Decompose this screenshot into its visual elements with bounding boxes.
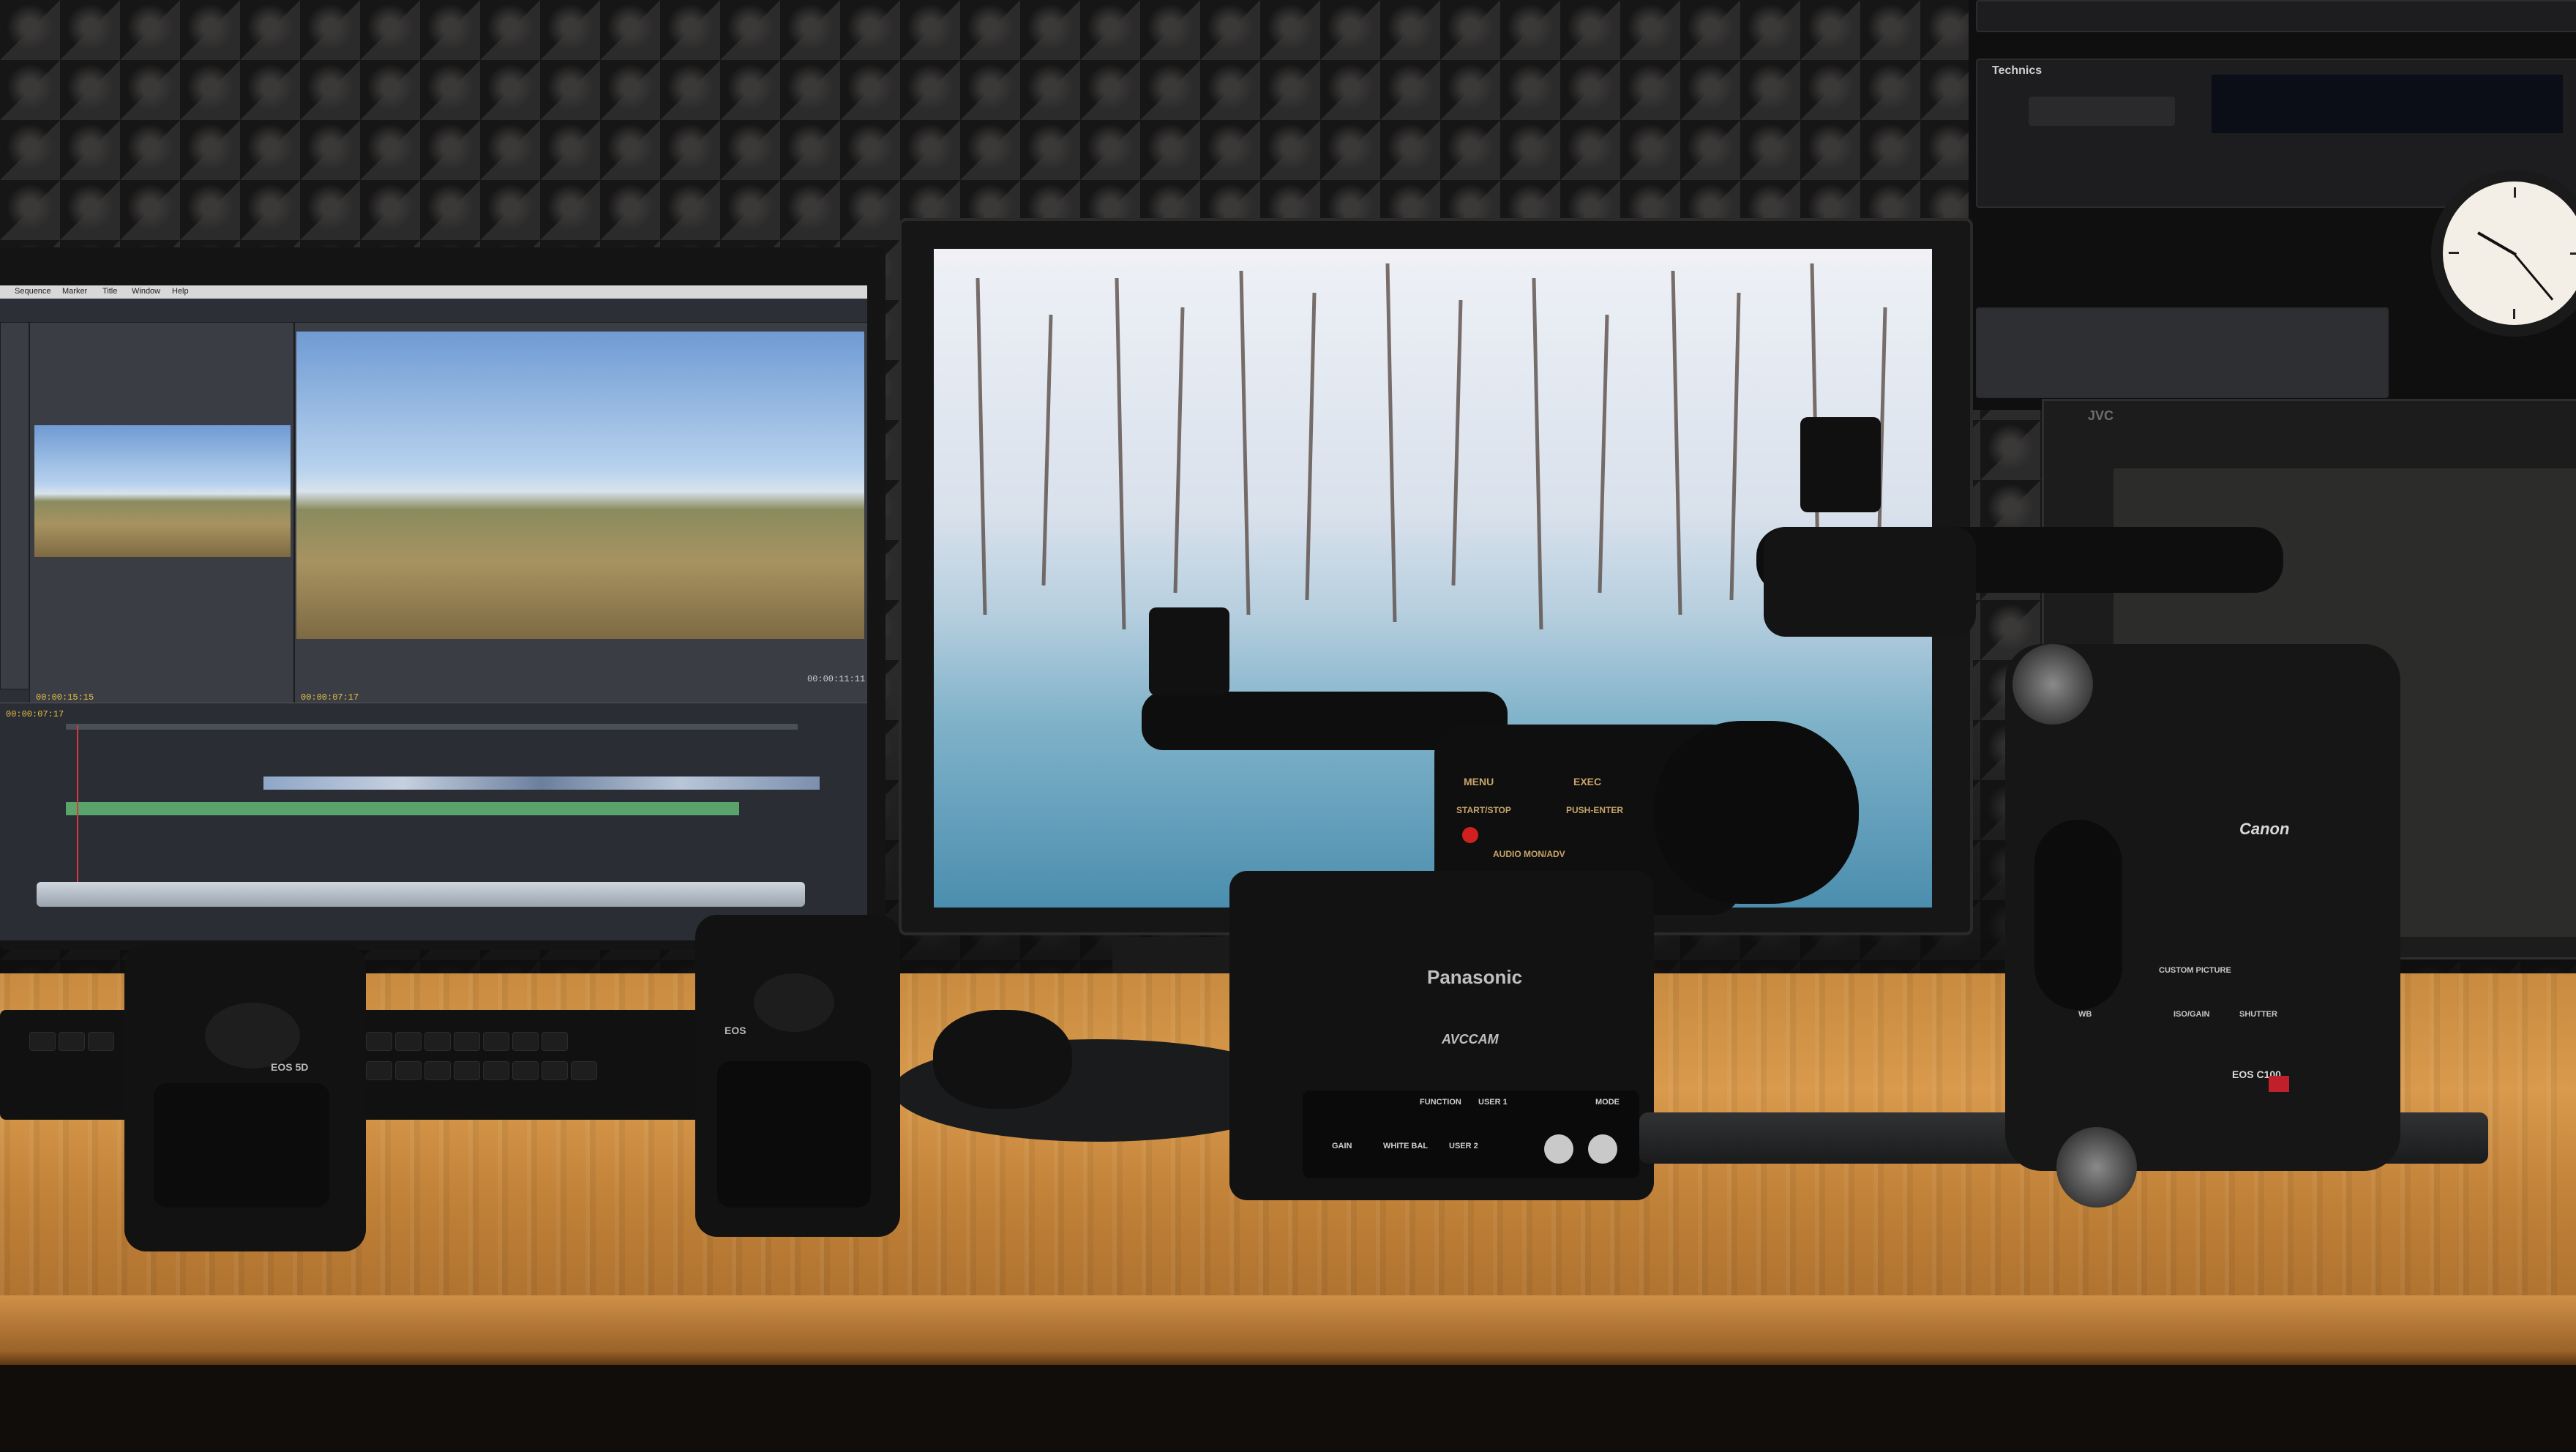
menu-window[interactable]: Window xyxy=(132,287,160,296)
minute-hand xyxy=(2514,254,2554,301)
dslr-camera-middle: EOS xyxy=(695,915,900,1237)
video-clips-track[interactable] xyxy=(263,776,820,790)
panasonic-control-panel: FUNCTION USER 1 MODE GAIN WHITE BAL USER… xyxy=(1303,1090,1639,1178)
studio-scene: Technics JVC Sequence Marker Title Windo… xyxy=(0,0,2576,1452)
cage-knob-top xyxy=(2012,644,2093,725)
panasonic-mic-holder xyxy=(1149,607,1229,695)
canon-red-badge xyxy=(2269,1076,2289,1092)
menu-marker[interactable]: Marker xyxy=(62,287,87,296)
custom-picture-label: CUSTOM PICTURE xyxy=(2159,966,2231,975)
panasonic-logo: Panasonic xyxy=(1427,966,1523,988)
panasonic-exec-label: EXEC xyxy=(1573,776,1602,787)
program-monitor: 00:00:07:17 00:00:11:11 xyxy=(294,322,867,704)
tools-panel xyxy=(0,322,29,689)
top-deck xyxy=(1976,0,2576,32)
audio-level-knob-1 xyxy=(1544,1134,1573,1164)
under-desk xyxy=(0,1365,2576,1452)
user2-label: USER 2 xyxy=(1449,1142,1478,1150)
mode-label: MODE xyxy=(1595,1098,1620,1107)
deck-display xyxy=(2212,75,2563,133)
time-ruler[interactable] xyxy=(66,724,798,730)
record-button xyxy=(1462,827,1478,843)
audio-track[interactable] xyxy=(66,802,739,815)
gain-label: GAIN xyxy=(1332,1142,1352,1150)
silver-deck xyxy=(1976,307,2389,398)
app-menubar: Sequence Marker Title Window Help xyxy=(0,285,867,299)
dslr-mid-label: EOS xyxy=(724,1025,746,1036)
mouse xyxy=(933,1010,1072,1109)
audio-level-knob-2 xyxy=(1588,1134,1617,1164)
dslr-dial xyxy=(205,1003,300,1069)
premiere-screen: Sequence Marker Title Window Help 00:00:… xyxy=(0,285,867,940)
playhead[interactable] xyxy=(77,725,78,894)
panasonic-pushenter-label: PUSH-ENTER xyxy=(1566,805,1624,815)
dslr-grip xyxy=(154,1083,329,1208)
program-timecode: 00:00:07:17 xyxy=(301,692,359,703)
panasonic-eyepiece xyxy=(1654,721,1859,904)
canon-logo: Canon xyxy=(2239,820,2290,838)
dslr-camera-left: EOS 5D xyxy=(124,944,366,1251)
dslr-mid-grip xyxy=(717,1061,871,1208)
panasonic-body: Panasonic AVCCAM FUNCTION USER 1 MODE GA… xyxy=(1229,871,1654,1200)
technics-logo: Technics xyxy=(1992,64,2043,77)
canon-lens-mount xyxy=(2034,820,2122,1010)
dslr-mid-dial xyxy=(754,973,834,1032)
isogain-label: ISO/GAIN xyxy=(2174,1010,2210,1019)
user1-label: USER 1 xyxy=(1478,1098,1508,1107)
menu-sequence[interactable]: Sequence xyxy=(15,287,51,296)
timeline-timecode: 00:00:07:17 xyxy=(6,709,64,719)
wb-label: WB xyxy=(2078,1010,2092,1019)
source-timecode: 00:00:15:15 xyxy=(36,692,94,703)
hour-hand xyxy=(2477,231,2517,256)
whitebal-label: WHITE BAL xyxy=(1383,1142,1429,1150)
program-duration: 00:00:11:11 xyxy=(807,674,866,684)
dslr-left-label: EOS 5D xyxy=(271,1061,309,1073)
shutter-label: SHUTTER xyxy=(2239,1010,2277,1019)
canon-lcd-unit xyxy=(1764,527,1976,637)
panasonic-menu-label: MENU xyxy=(1464,776,1494,787)
avccam-logo: AVCCAM xyxy=(1442,1032,1499,1047)
source-video-frame xyxy=(34,425,291,557)
cage-knob-bottom xyxy=(2056,1127,2137,1208)
panasonic-audiomon-label: AUDIO MON/ADV xyxy=(1493,849,1565,859)
function-label: FUNCTION xyxy=(1420,1098,1461,1107)
deck-knobs xyxy=(2029,97,2175,126)
program-video-frame xyxy=(296,332,864,639)
desk-edge xyxy=(0,1295,2576,1365)
menu-title[interactable]: Title xyxy=(102,287,117,296)
jvc-logo: JVC xyxy=(2088,408,2114,423)
mac-dock xyxy=(37,882,805,907)
canon-body: Canon EOS C100 CUSTOM PICTURE ISO/GAIN S… xyxy=(2005,644,2400,1208)
panasonic-startstop-label: START/STOP xyxy=(1456,805,1511,815)
source-monitor: 00:00:15:15 xyxy=(29,322,294,704)
canon-mic-holder xyxy=(1800,417,1881,512)
menu-help[interactable]: Help xyxy=(172,287,189,296)
